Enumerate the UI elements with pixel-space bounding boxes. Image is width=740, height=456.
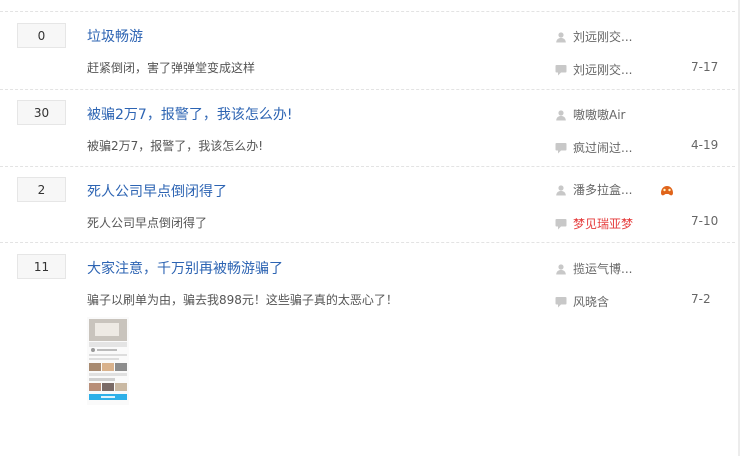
last-reply-user[interactable]: 梦见瑞亚梦: [573, 215, 633, 232]
comment-icon: [555, 64, 567, 75]
thread-excerpt: 被骗2万7，报警了，我该怎么办!: [87, 139, 264, 153]
thread-row: 30 被骗2万7，报警了，我该怎么办! 被骗2万7，报警了，我该怎么办! 嗷嗷嗷…: [0, 90, 735, 167]
thread-title-link[interactable]: 死人公司早点倒闭得了: [87, 181, 227, 201]
screenshot-thumbnail-image: [87, 317, 129, 405]
last-reply: 疯过闹过...: [555, 139, 632, 156]
author-name[interactable]: 刘远刚交...: [573, 28, 632, 45]
thread-author: 刘远刚交...: [555, 28, 632, 45]
last-reply-date: 4-19: [691, 138, 719, 152]
thread-excerpt: 死人公司早点倒闭得了: [87, 216, 208, 230]
last-reply-date: 7-2: [691, 292, 711, 306]
thread-title-link[interactable]: 垃圾畅游: [87, 26, 143, 46]
thread-excerpt: 赶紧倒闭，害了弹弹堂变成这样: [87, 61, 256, 75]
author-name[interactable]: 嗷嗷嗷Air: [573, 106, 625, 123]
reply-count[interactable]: 2: [17, 177, 66, 202]
thread-title-link[interactable]: 被骗2万7，报警了，我该怎么办!: [87, 104, 292, 124]
last-reply-user[interactable]: 疯过闹过...: [573, 139, 632, 156]
comment-icon: [555, 218, 567, 229]
reply-count[interactable]: 11: [17, 254, 66, 279]
thread-row: 0 垃圾畅游 赶紧倒闭，害了弹弹堂变成这样 刘远刚交... 刘远刚交... 7-…: [0, 12, 735, 90]
user-icon: [556, 31, 566, 42]
thread-author: 潘多拉盒...: [555, 181, 632, 198]
game-badge-icon: [661, 186, 673, 196]
thread-row: 11 大家注意，千万别再被畅游骗了 骗子以刷单为由，骗去我898元！这些骗子真的…: [0, 243, 735, 423]
thread-row: 2 死人公司早点倒闭得了 死人公司早点倒闭得了 潘多拉盒... 梦见瑞亚梦 7-…: [0, 167, 735, 243]
last-reply: 风晓含: [555, 293, 609, 310]
last-reply: 梦见瑞亚梦: [555, 215, 633, 232]
reply-count[interactable]: 30: [17, 100, 66, 125]
last-reply-date: 7-17: [691, 60, 719, 74]
thread-author: 嗷嗷嗷Air: [555, 106, 625, 123]
author-name[interactable]: 揽运气博...: [573, 260, 632, 277]
author-name[interactable]: 潘多拉盒...: [573, 181, 632, 198]
last-reply: 刘远刚交...: [555, 61, 632, 78]
user-icon: [556, 184, 566, 195]
post-image-thumbnail[interactable]: [87, 317, 129, 405]
last-reply-user[interactable]: 风晓含: [573, 293, 609, 310]
last-reply-user[interactable]: 刘远刚交...: [573, 61, 632, 78]
thread-excerpt: 骗子以刷单为由，骗去我898元！这些骗子真的太恶心了！: [87, 293, 398, 307]
comment-icon: [555, 142, 567, 153]
reply-count[interactable]: 0: [17, 23, 66, 48]
user-icon: [556, 109, 566, 120]
user-icon: [556, 263, 566, 274]
last-reply-date: 7-10: [691, 214, 719, 228]
comment-icon: [555, 296, 567, 307]
thread-author: 揽运气博...: [555, 260, 632, 277]
thread-title-link[interactable]: 大家注意，千万别再被畅游骗了: [87, 258, 283, 278]
